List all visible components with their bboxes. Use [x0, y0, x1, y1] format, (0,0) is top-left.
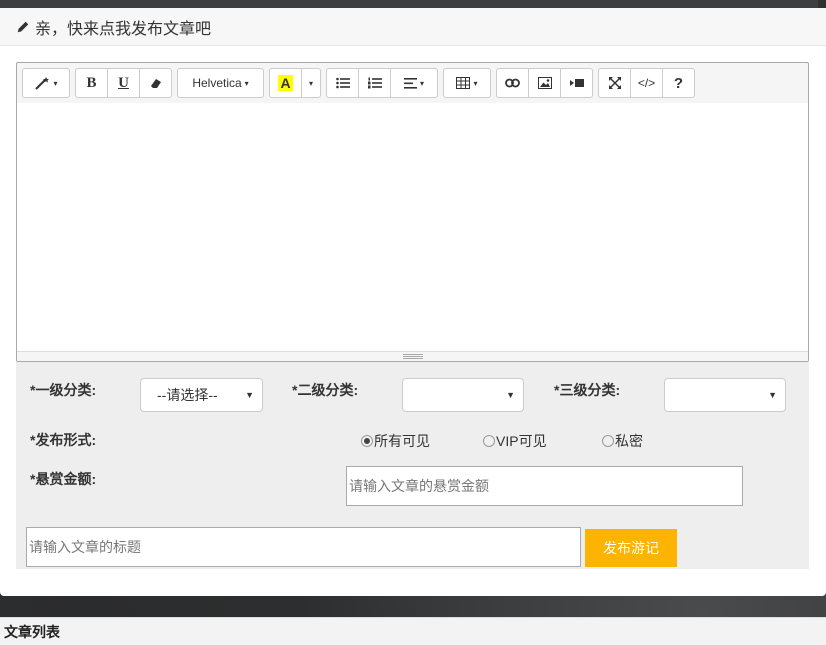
chevron-down-icon: ▾ — [244, 78, 249, 88]
level1-category-value: --请选择-- — [157, 387, 218, 403]
article-list-title: 文章列表 — [4, 623, 60, 640]
radio-unchecked-icon — [602, 435, 614, 447]
insert-video-button[interactable] — [560, 68, 593, 98]
bullet-list-icon — [335, 77, 350, 89]
radio-unchecked-icon — [483, 435, 495, 447]
publish-article-modal: 亲，快来点我发布文章吧 ▾ B U Helvetica ▾ A ▾ ▾ ▾ </… — [0, 8, 826, 596]
insert-image-button[interactable] — [528, 68, 561, 98]
pencil-icon — [17, 21, 29, 32]
visibility-vip-radio[interactable]: VIP可见 — [483, 431, 547, 451]
paragraph-align-dropdown[interactable]: ▾ — [390, 68, 438, 98]
level2-category-label: *二级分类: — [292, 382, 359, 398]
table-dropdown[interactable]: ▾ — [443, 68, 491, 98]
article-form: *一级分类: --请选择-- ▼ *二级分类: ▼ *三级分类: ▼ *发布形式… — [16, 362, 809, 569]
radio-checked-icon — [361, 435, 373, 447]
chevron-down-icon: ▾ — [53, 78, 58, 88]
visibility-private-label: 私密 — [615, 433, 643, 449]
chevron-down-icon: ▾ — [308, 78, 313, 88]
visibility-all-label: 所有可见 — [374, 433, 430, 449]
help-button[interactable]: ? — [662, 68, 695, 98]
editor-resize-bar[interactable] — [17, 351, 808, 361]
visibility-private-radio[interactable]: 私密 — [602, 431, 643, 451]
visibility-all-radio[interactable]: 所有可见 — [361, 431, 430, 451]
visibility-vip-label: VIP可见 — [496, 433, 547, 449]
chevron-down-icon: ▼ — [506, 390, 515, 400]
bold-button[interactable]: B — [75, 68, 108, 98]
chevron-down-icon: ▼ — [245, 390, 254, 400]
align-left-icon — [403, 77, 417, 89]
publish-button[interactable]: 发布游记 — [585, 529, 677, 567]
clear-format-button[interactable] — [139, 68, 172, 98]
level2-category-select[interactable]: ▼ — [402, 378, 524, 412]
table-icon — [456, 77, 471, 89]
underline-button[interactable]: U — [107, 68, 140, 98]
rich-text-editor: ▾ B U Helvetica ▾ A ▾ ▾ ▾ </> ? — [16, 62, 809, 362]
eraser-icon — [150, 79, 161, 88]
publish-mode-label: *发布形式: — [30, 432, 97, 448]
editor-content-area[interactable] — [17, 103, 808, 351]
level1-category-label: *一级分类: — [30, 382, 97, 398]
color-button[interactable]: A — [269, 68, 302, 98]
fullscreen-button[interactable] — [598, 68, 631, 98]
ordered-list-button[interactable] — [358, 68, 391, 98]
reward-amount-input[interactable]: 请输入文章的悬赏金额 — [346, 466, 743, 506]
image-icon — [537, 77, 552, 89]
article-list-header: 文章列表 — [0, 617, 826, 645]
font-family-value: Helvetica — [192, 76, 242, 90]
style-button[interactable]: ▾ — [22, 68, 70, 98]
level3-category-label: *三级分类: — [554, 382, 621, 398]
unordered-list-button[interactable] — [326, 68, 359, 98]
insert-link-button[interactable] — [496, 68, 529, 98]
article-title-input[interactable]: 请输入文章的标题 — [26, 527, 581, 567]
modal-title: 亲，快来点我发布文章吧 — [35, 20, 212, 38]
modal-header: 亲，快来点我发布文章吧 — [0, 8, 826, 46]
color-dropdown-button[interactable]: ▾ — [301, 68, 321, 98]
numbered-list-icon — [367, 77, 382, 89]
chevron-down-icon: ▾ — [473, 78, 478, 88]
reward-amount-label: *悬赏金额: — [30, 471, 97, 487]
chevron-down-icon: ▾ — [419, 78, 424, 88]
text-color-letter: A — [278, 75, 293, 91]
editor-toolbar: ▾ B U Helvetica ▾ A ▾ ▾ ▾ </> ? — [17, 63, 808, 103]
magic-wand-icon — [35, 77, 50, 90]
expand-icon — [608, 77, 621, 89]
level3-category-select[interactable]: ▼ — [664, 378, 786, 412]
level1-category-select[interactable]: --请选择-- ▼ — [140, 378, 263, 412]
chevron-down-icon: ▼ — [768, 390, 777, 400]
background-corner — [818, 0, 826, 8]
video-icon — [569, 79, 584, 87]
resize-grip-icon — [403, 354, 423, 359]
font-family-dropdown[interactable]: Helvetica ▾ — [177, 68, 264, 98]
link-icon — [505, 78, 520, 88]
code-view-button[interactable]: </> — [630, 68, 663, 98]
